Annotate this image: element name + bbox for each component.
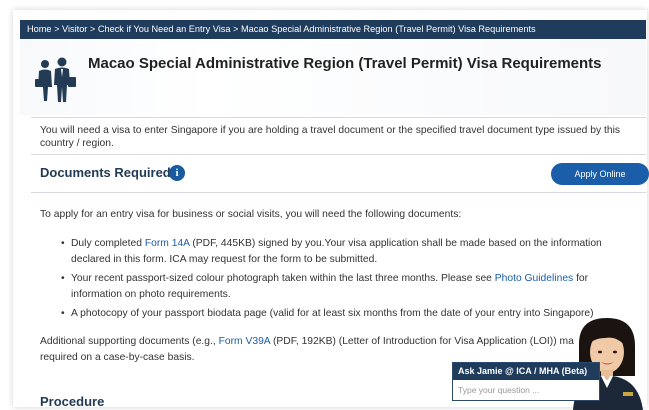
additional-documents-text: Additional supporting documents (e.g., F… [40,334,600,365]
chat-widget: Ask Jamie @ ICA / MHA (Beta) [452,362,600,401]
breadcrumb-home[interactable]: Home [27,24,52,34]
documents-list: Duly completed Form 14A (PDF, 445KB) sig… [61,236,621,322]
intro-text: You will need a visa to enter Singapore … [40,125,621,149]
list-item-text: A photocopy of your passport biodata pag… [71,308,594,319]
breadcrumb-check-visa[interactable]: Check if You Need an Entry Visa [98,24,231,34]
info-icon[interactable]: i [169,165,185,181]
list-item: Duly completed Form 14A (PDF, 445KB) sig… [61,236,621,271]
travellers-icon [31,57,79,103]
breadcrumb-separator: > [230,24,241,34]
divider [31,154,646,155]
additional-text: (PDF, 192KB) (Letter of Introduction for… [270,336,574,347]
apply-online-button[interactable]: Apply Online [551,163,649,185]
divider [31,192,646,193]
list-item-text: Duly completed [71,238,145,249]
title-banner [20,39,646,115]
breadcrumb-visitor[interactable]: Visitor [62,24,87,34]
list-item: A photocopy of your passport biodata pag… [61,306,621,322]
chat-question-input[interactable] [453,380,599,400]
documents-heading: Documents Required [40,165,171,180]
list-item-text: Your recent passport-sized colour photog… [71,273,495,284]
breadcrumb: Home > Visitor > Check if You Need an En… [20,20,646,39]
additional-text-line2: required on a case-by-case basis. [40,351,195,363]
procedure-heading: Procedure [40,394,105,409]
chat-title[interactable]: Ask Jamie @ ICA / MHA (Beta) [453,363,599,380]
additional-text: Additional supporting documents (e.g., [40,336,219,347]
photo-guidelines-link[interactable]: Photo Guidelines [495,273,573,284]
breadcrumb-separator: > [51,24,62,34]
list-item: Your recent passport-sized colour photog… [61,271,621,306]
breadcrumb-current: Macao Special Administrative Region (Tra… [240,24,536,34]
divider [31,117,646,118]
page-title: Macao Special Administrative Region (Tra… [88,55,602,72]
form-14a-link[interactable]: Form 14A [145,238,190,249]
form-v39a-link[interactable]: Form V39A [219,336,271,347]
breadcrumb-separator: > [87,24,98,34]
documents-lead: To apply for an entry visa for business … [40,209,462,220]
